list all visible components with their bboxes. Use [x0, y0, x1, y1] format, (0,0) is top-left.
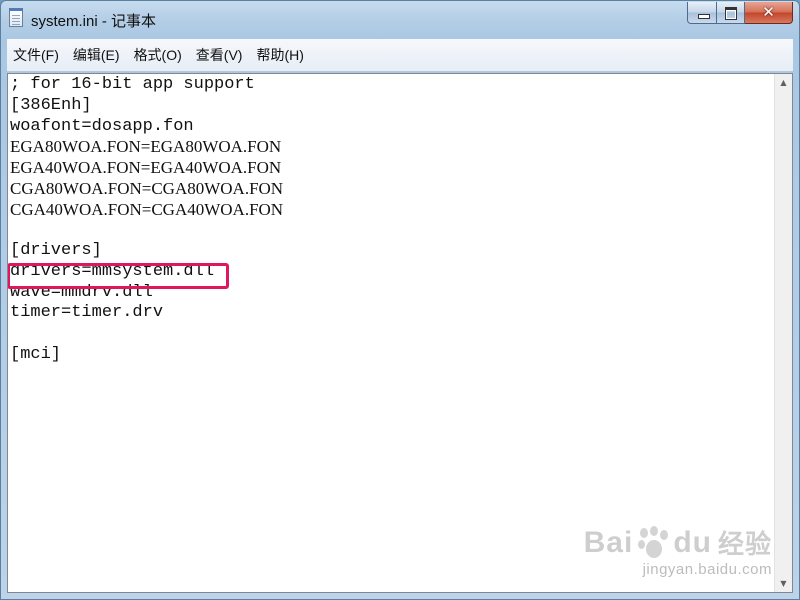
text-content[interactable]: ; for 16-bit app support [386Enh] woafon…: [8, 75, 772, 592]
text-line: EGA80WOA.FON=EGA80WOA.FON: [10, 137, 282, 157]
maximize-icon: [725, 7, 737, 20]
menu-format[interactable]: 格式(O): [128, 45, 188, 65]
text-line: CGA80WOA.FON=CGA80WOA.FON: [10, 178, 284, 198]
text-line: [drivers]: [10, 241, 102, 260]
text-line: woafont=dosapp.fon: [10, 116, 194, 136]
notepad-icon[interactable]: [9, 8, 23, 27]
highlight-annotation-box: [8, 263, 229, 289]
window-title: system.ini - 记事本: [31, 13, 157, 30]
text-line: EGA40WOA.FON=EGA40WOA.FON: [10, 158, 282, 177]
caption-buttons: ✕: [687, 2, 793, 24]
text-line: [386Enh]: [10, 95, 92, 115]
menu-view[interactable]: 查看(V): [190, 45, 249, 65]
title-bar[interactable]: system.ini - 记事本 ✕: [1, 1, 799, 39]
menu-help[interactable]: 帮助(H): [250, 45, 309, 65]
text-editor[interactable]: ; for 16-bit app support [386Enh] woafon…: [7, 73, 793, 593]
close-button[interactable]: ✕: [745, 2, 793, 24]
text-line: CGA40WOA.FON=CGA40WOA.FON: [10, 199, 284, 219]
text-line: [10, 324, 772, 345]
minimize-button[interactable]: [687, 2, 717, 24]
text-line: timer=timer.drv: [10, 303, 164, 323]
text-line: ; for 16-bit app support: [10, 75, 255, 94]
maximize-button[interactable]: [717, 2, 745, 24]
vertical-scrollbar[interactable]: ▲ ▼: [774, 74, 792, 592]
minimize-icon: [698, 14, 710, 19]
notepad-window: system.ini - 记事本 ✕ 文件(F) 编辑(E) 格式(O) 查看(…: [0, 0, 800, 600]
scroll-up-icon[interactable]: ▲: [775, 74, 792, 91]
text-line: [10, 220, 772, 241]
menu-bar: 文件(F) 编辑(E) 格式(O) 查看(V) 帮助(H): [7, 39, 793, 72]
scroll-down-icon[interactable]: ▼: [775, 575, 792, 592]
menu-file[interactable]: 文件(F): [7, 45, 65, 65]
close-icon: ✕: [762, 3, 775, 21]
menu-edit[interactable]: 编辑(E): [67, 45, 126, 65]
text-line: [mci]: [10, 344, 62, 364]
